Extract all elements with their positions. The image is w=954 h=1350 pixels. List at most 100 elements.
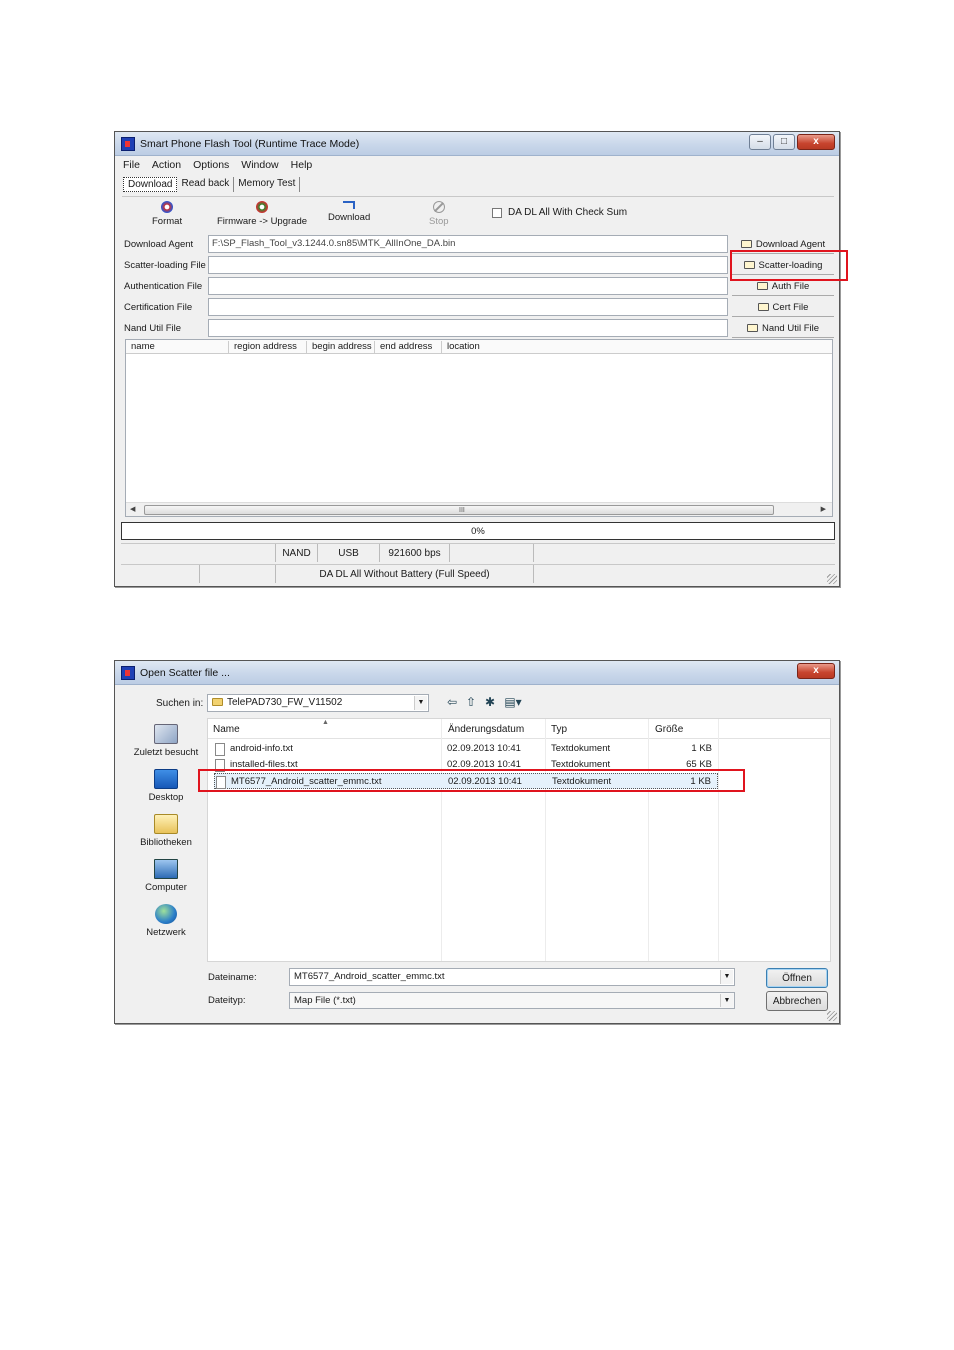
firmware-upgrade-button[interactable]: Firmware -> Upgrade	[217, 201, 307, 227]
column-divider	[718, 719, 719, 961]
place-libraries[interactable]: Bibliotheken	[123, 814, 209, 848]
dialog-resize-grip[interactable]	[827, 1011, 837, 1021]
cert-file-row: Certification File Cert File	[124, 298, 834, 318]
status-baud: 921600 bps	[380, 544, 450, 562]
format-button[interactable]: Format	[152, 201, 182, 227]
download-label: Download	[328, 212, 371, 223]
scatter-loading-label: Scatter-loading File	[124, 260, 206, 271]
cert-file-button-label: Cert File	[772, 302, 809, 313]
place-network-label: Netzwerk	[146, 927, 186, 938]
chevron-down-icon[interactable]: ▼	[720, 994, 733, 1007]
col-region-address[interactable]: region address	[229, 341, 307, 353]
title-bar[interactable]: Smart Phone Flash Tool (Runtime Trace Mo…	[115, 132, 839, 156]
auth-file-row: Authentication File Auth File	[124, 277, 834, 297]
status-cell-empty	[121, 544, 276, 562]
filetype-label: Dateityp:	[208, 995, 246, 1006]
menu-help[interactable]: Help	[291, 159, 313, 173]
scatter-loading-input[interactable]	[208, 256, 728, 274]
file-list-header: ▲ Name Änderungsdatum Typ Größe	[208, 719, 830, 739]
cert-file-input[interactable]	[208, 298, 728, 316]
scroll-left-arrow-icon[interactable]: ◀	[130, 505, 135, 513]
tab-memory-test[interactable]: Memory Test	[234, 177, 301, 192]
file-name: android-info.txt	[230, 743, 293, 754]
file-size: 1 KB	[691, 743, 712, 754]
file-row[interactable]: android-info.txt 02.09.2013 10:41 Textdo…	[214, 741, 718, 757]
look-in-combo[interactable]: TelePAD730_FW_V11502 ▼	[207, 694, 429, 712]
checksum-checkbox[interactable]	[492, 207, 502, 218]
format-icon	[161, 201, 174, 213]
status-cell-empty-3	[121, 565, 200, 583]
dialog-title-bar[interactable]: Open Scatter file ... x	[115, 661, 839, 685]
col-begin-address[interactable]: begin address	[307, 341, 375, 353]
nand-util-input[interactable]	[208, 319, 728, 337]
download-button[interactable]: Download	[328, 201, 370, 223]
col-modified-date[interactable]: Änderungsdatum	[448, 724, 524, 735]
filetype-value: Map File (*.txt)	[294, 995, 356, 1006]
filename-input[interactable]: MT6577_Android_scatter_emmc.txt ▼	[289, 968, 735, 986]
desktop-icon	[154, 769, 178, 789]
scroll-thumb[interactable]: III	[144, 505, 774, 515]
cancel-button[interactable]: Abbrechen	[766, 991, 828, 1011]
cert-file-button[interactable]: Cert File	[732, 298, 834, 317]
status-port: USB	[318, 544, 380, 562]
dialog-app-icon	[121, 666, 135, 680]
filename-value: MT6577_Android_scatter_emmc.txt	[294, 971, 445, 982]
file-list[interactable]: ▲ Name Änderungsdatum Typ Größe android-…	[207, 718, 831, 962]
download-agent-input[interactable]: F:\SP_Flash_Tool_v3.1244.0.sn85\MTK_AllI…	[208, 235, 728, 253]
region-list[interactable]: name region address begin address end ad…	[125, 339, 833, 517]
open-button[interactable]: Öffnen	[766, 968, 828, 988]
tab-download[interactable]: Download	[123, 177, 178, 192]
horizontal-scrollbar[interactable]: ◀ III ▶	[126, 502, 832, 516]
tab-bar: Download Read back Memory Test	[123, 177, 301, 192]
place-computer[interactable]: Computer	[123, 859, 209, 893]
status-cell-empty-2	[450, 544, 534, 562]
filetype-select[interactable]: Map File (*.txt) ▼	[289, 992, 735, 1009]
place-recent[interactable]: Zuletzt besucht	[123, 724, 209, 758]
auth-file-input[interactable]	[208, 277, 728, 295]
dialog-close-button[interactable]: x	[797, 663, 835, 679]
menu-file[interactable]: File	[123, 159, 140, 173]
network-icon	[155, 904, 177, 924]
col-file-name[interactable]: Name	[213, 724, 240, 735]
col-end-address[interactable]: end address	[375, 341, 442, 353]
nand-util-row: Nand Util File Nand Util File	[124, 319, 834, 339]
close-button[interactable]: x	[797, 134, 835, 150]
window-title: Smart Phone Flash Tool (Runtime Trace Mo…	[140, 138, 360, 150]
checksum-option[interactable]: DA DL All With Check Sum	[492, 207, 627, 218]
stop-button[interactable]: Stop	[429, 201, 449, 227]
scroll-grip: III	[459, 507, 465, 514]
recent-places-icon	[154, 724, 178, 744]
nand-util-button[interactable]: Nand Util File	[732, 319, 834, 338]
progress-text: 0%	[471, 526, 485, 537]
up-folder-icon[interactable]: ⇧	[464, 696, 478, 709]
col-file-type[interactable]: Typ	[551, 724, 567, 735]
file-date: 02.09.2013 10:41	[447, 743, 521, 754]
place-network[interactable]: Netzwerk	[123, 904, 209, 938]
place-desktop[interactable]: Desktop	[123, 769, 209, 803]
menu-window[interactable]: Window	[241, 159, 278, 173]
stop-label: Stop	[429, 216, 449, 227]
new-folder-icon[interactable]: ✱	[483, 696, 497, 709]
col-file-size[interactable]: Größe	[655, 724, 683, 735]
minimize-button[interactable]: –	[749, 134, 771, 150]
menu-options[interactable]: Options	[193, 159, 229, 173]
chevron-down-icon[interactable]: ▼	[414, 696, 427, 710]
maximize-button[interactable]: □	[773, 134, 795, 150]
scroll-right-arrow-icon[interactable]: ▶	[821, 505, 826, 513]
look-in-label: Suchen in:	[156, 698, 204, 709]
cert-file-label: Certification File	[124, 302, 193, 313]
progress-bar: 0%	[121, 522, 835, 540]
col-location[interactable]: location	[442, 341, 834, 353]
tab-read-back[interactable]: Read back	[177, 177, 235, 192]
download-agent-row: Download Agent F:\SP_Flash_Tool_v3.1244.…	[124, 235, 834, 255]
resize-grip[interactable]	[827, 574, 837, 584]
computer-icon	[154, 859, 178, 879]
view-menu-icon[interactable]: ▤▾	[503, 696, 523, 709]
chevron-down-icon[interactable]: ▼	[720, 970, 733, 984]
status-mode: DA DL All Without Battery (Full Speed)	[276, 565, 534, 583]
menu-action[interactable]: Action	[152, 159, 181, 173]
firmware-upgrade-icon	[256, 201, 268, 213]
menu-bar: File Action Options Window Help	[123, 159, 312, 173]
back-arrow-icon[interactable]: ⇦	[445, 696, 459, 709]
col-name[interactable]: name	[126, 341, 229, 353]
